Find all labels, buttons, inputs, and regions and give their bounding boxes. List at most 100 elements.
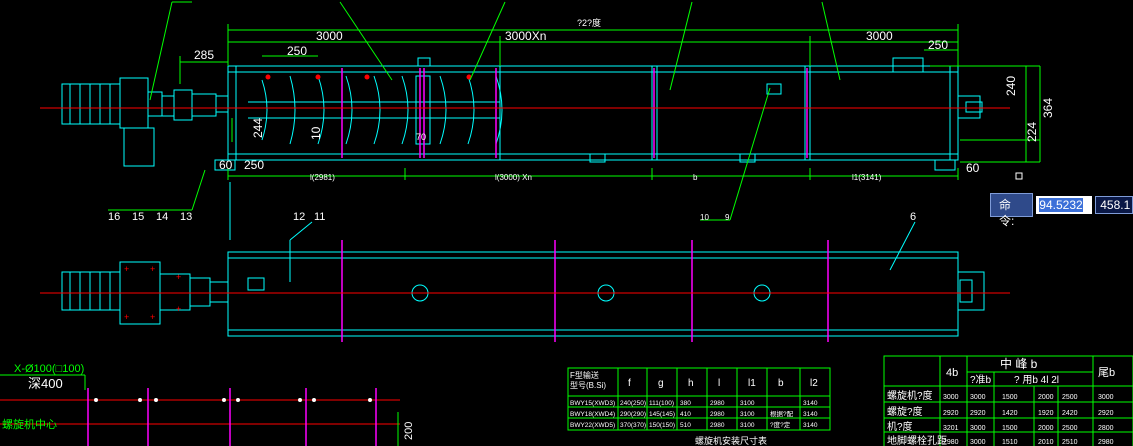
dim-left-offset: 285 [194, 48, 214, 62]
table-right-row-label-1: 螺旋?度 [887, 405, 923, 418]
table-left-cell-1-3: 410 [680, 411, 691, 418]
table-right-cell-0-2: 1500 [1002, 394, 1018, 401]
table-left-cell-2-7: 3140 [803, 422, 818, 429]
table-left-cell-1-2: 145(145) [649, 411, 675, 418]
coordinate-y-input[interactable]: 458.1 [1095, 196, 1133, 214]
dim-240: 240 [1004, 76, 1018, 96]
table-right-cell-2-5: 2800 [1098, 425, 1114, 432]
table-left-header-4: l1 [748, 378, 756, 389]
callout-6: 6 [910, 211, 916, 223]
callout-10: 10 [700, 213, 709, 222]
table-left-cell-0-4: 2980 [710, 400, 725, 407]
table-left-cell-1-6: 根据?配 [770, 409, 794, 418]
table-right-cell-3-3: 2010 [1038, 439, 1054, 446]
table-left-cell-2-1: 370(370) [620, 422, 646, 429]
dim-overall-label: ?2?度 [577, 17, 601, 28]
table-right-row-label-2: 机?度 [887, 420, 913, 433]
dim-244: 244 [251, 118, 265, 138]
dim-bottom-seg-1: l(2981) [310, 173, 335, 182]
table-left-cell-0-0: BWY15(XWD3) [570, 400, 615, 407]
coordinate-x-input[interactable]: 94.5232 [1036, 196, 1093, 214]
dim-60-left: 60 [219, 158, 233, 172]
dim-bottom-seg-2: l(3000) Xn [495, 173, 532, 182]
table-left-cell-0-5: 3100 [740, 400, 755, 407]
table-right-4b: 4b [946, 367, 958, 379]
cad-drawing-canvas[interactable]: ?2?度 3000 3000Xn 3000 285 250 250 240 22… [0, 0, 1133, 446]
table-left-cell-2-4: 2980 [710, 422, 725, 429]
svg-text:+: + [176, 272, 181, 282]
table-left-head-1: F型输送 [570, 370, 599, 380]
table-right-cell-1-1: 2920 [970, 410, 986, 417]
spec-table-right: 4b 中 峰 b ?准b ? 用b 4l 2l 尾b 螺旋机?度 3000 3000… [883, 355, 1133, 446]
motor [61, 83, 121, 125]
dim-364: 364 [1041, 98, 1055, 118]
spec-table-left: F型输送 型号(B.Si) f g h l l1 b l2 BWY15(XWD3) 240(2… [567, 367, 831, 446]
table-left-cell-1-0: BWY18(XWD4) [570, 411, 615, 418]
table-right-cell-2-1: 3000 [970, 425, 986, 432]
dim-seg-2: 3000Xn [505, 29, 546, 43]
gearbox [119, 77, 149, 129]
plan-flanges [341, 240, 829, 342]
trough-body [227, 65, 959, 161]
table-right-cell-3-1: 3000 [970, 439, 986, 446]
table-right-tail: 尾b [1098, 366, 1115, 379]
svg-text:+: + [176, 304, 181, 314]
svg-text:+: + [124, 264, 129, 274]
table-right-cell-0-5: 3000 [1098, 394, 1114, 401]
table-left-header-5: b [778, 378, 784, 389]
table-right-cell-1-3: 1920 [1038, 410, 1054, 417]
foundation-center-label: 螺旋机中心 [2, 417, 57, 431]
table-left-cell-2-6: ?度?定 [770, 420, 791, 429]
top-elevation-view [61, 57, 983, 171]
top-dimensions [108, 1, 1041, 221]
table-left-cell-1-7: 3140 [803, 411, 818, 418]
table-right-cell-0-0: 3000 [943, 394, 959, 401]
table-right-cell-3-2: 1510 [1002, 439, 1018, 446]
table-right-cell-3-5: 2980 [1098, 439, 1114, 446]
callout-11: 11 [314, 211, 325, 223]
dim-right-250: 250 [928, 38, 948, 52]
table-right-row-label-0: 螺旋机?度 [887, 389, 933, 402]
callout-16: 16 [108, 211, 120, 223]
plan-view [61, 182, 985, 337]
table-left-cell-2-0: BWY22(XWD5) [570, 422, 615, 429]
table-left-cell-0-2: 111(100) [649, 400, 674, 407]
snap-marker [1015, 172, 1023, 180]
command-label: 命令: [990, 193, 1034, 228]
table-left-header-3: l [718, 378, 720, 389]
coordinate-x-value: 94.5232 [1039, 198, 1083, 212]
table-right-cell-3-0: 2980 [943, 439, 959, 446]
dim-10: 10 [309, 126, 323, 140]
table-left-head-2: 型号(B.Si) [570, 381, 606, 390]
table-right-cell-2-0: 3201 [943, 425, 959, 432]
table-right-cell-2-4: 2500 [1062, 425, 1078, 432]
table-right-cell-2-3: 2000 [1038, 425, 1054, 432]
table-right-cell-1-0: 2920 [943, 410, 959, 417]
foundation-detail: X-Ø100(□100) 深400 螺旋机中心 200 [0, 363, 415, 446]
foundation-hole-label: X-Ø100(□100) [14, 363, 84, 375]
table-right-row-label-3: 地脚螺栓孔距 [887, 434, 947, 446]
table-left-cell-1-5: 3100 [740, 411, 755, 418]
table-left-cell-1-1: 290(290) [620, 411, 646, 418]
dim-bottom-seg-4: l1(3141) [852, 173, 882, 182]
table-right-cell-0-3: 2000 [1038, 394, 1054, 401]
dim-224: 224 [1025, 122, 1039, 142]
table-left-cell-1-4: 2980 [710, 411, 725, 418]
foundation-dim-200: 200 [403, 422, 415, 440]
foundation-depth-label: 深400 [28, 376, 63, 391]
table-right-mid-sub2: ? 用b 4l 2l [1014, 375, 1059, 386]
table-right-mid-sub1: ?准b [970, 374, 992, 386]
table-right-cell-1-2: 1420 [1002, 410, 1018, 417]
callout-9: 9 [725, 213, 730, 222]
dim-pitch: 250 [287, 44, 307, 58]
table-left-header-2: h [688, 378, 694, 389]
dim-bottom-seg-3: b [693, 173, 698, 182]
callout-15: 15 [132, 211, 144, 223]
table-left-header-6: l2 [810, 378, 818, 389]
table-right-mid: 中 峰 b [1000, 356, 1038, 371]
svg-text:+: + [124, 312, 129, 322]
table-left-header-1: g [658, 378, 664, 389]
svg-text:+: + [150, 264, 155, 274]
command-line: 命令: 94.5232 458.1 [990, 193, 1133, 228]
table-left-cell-0-1: 240(250) [620, 400, 646, 407]
